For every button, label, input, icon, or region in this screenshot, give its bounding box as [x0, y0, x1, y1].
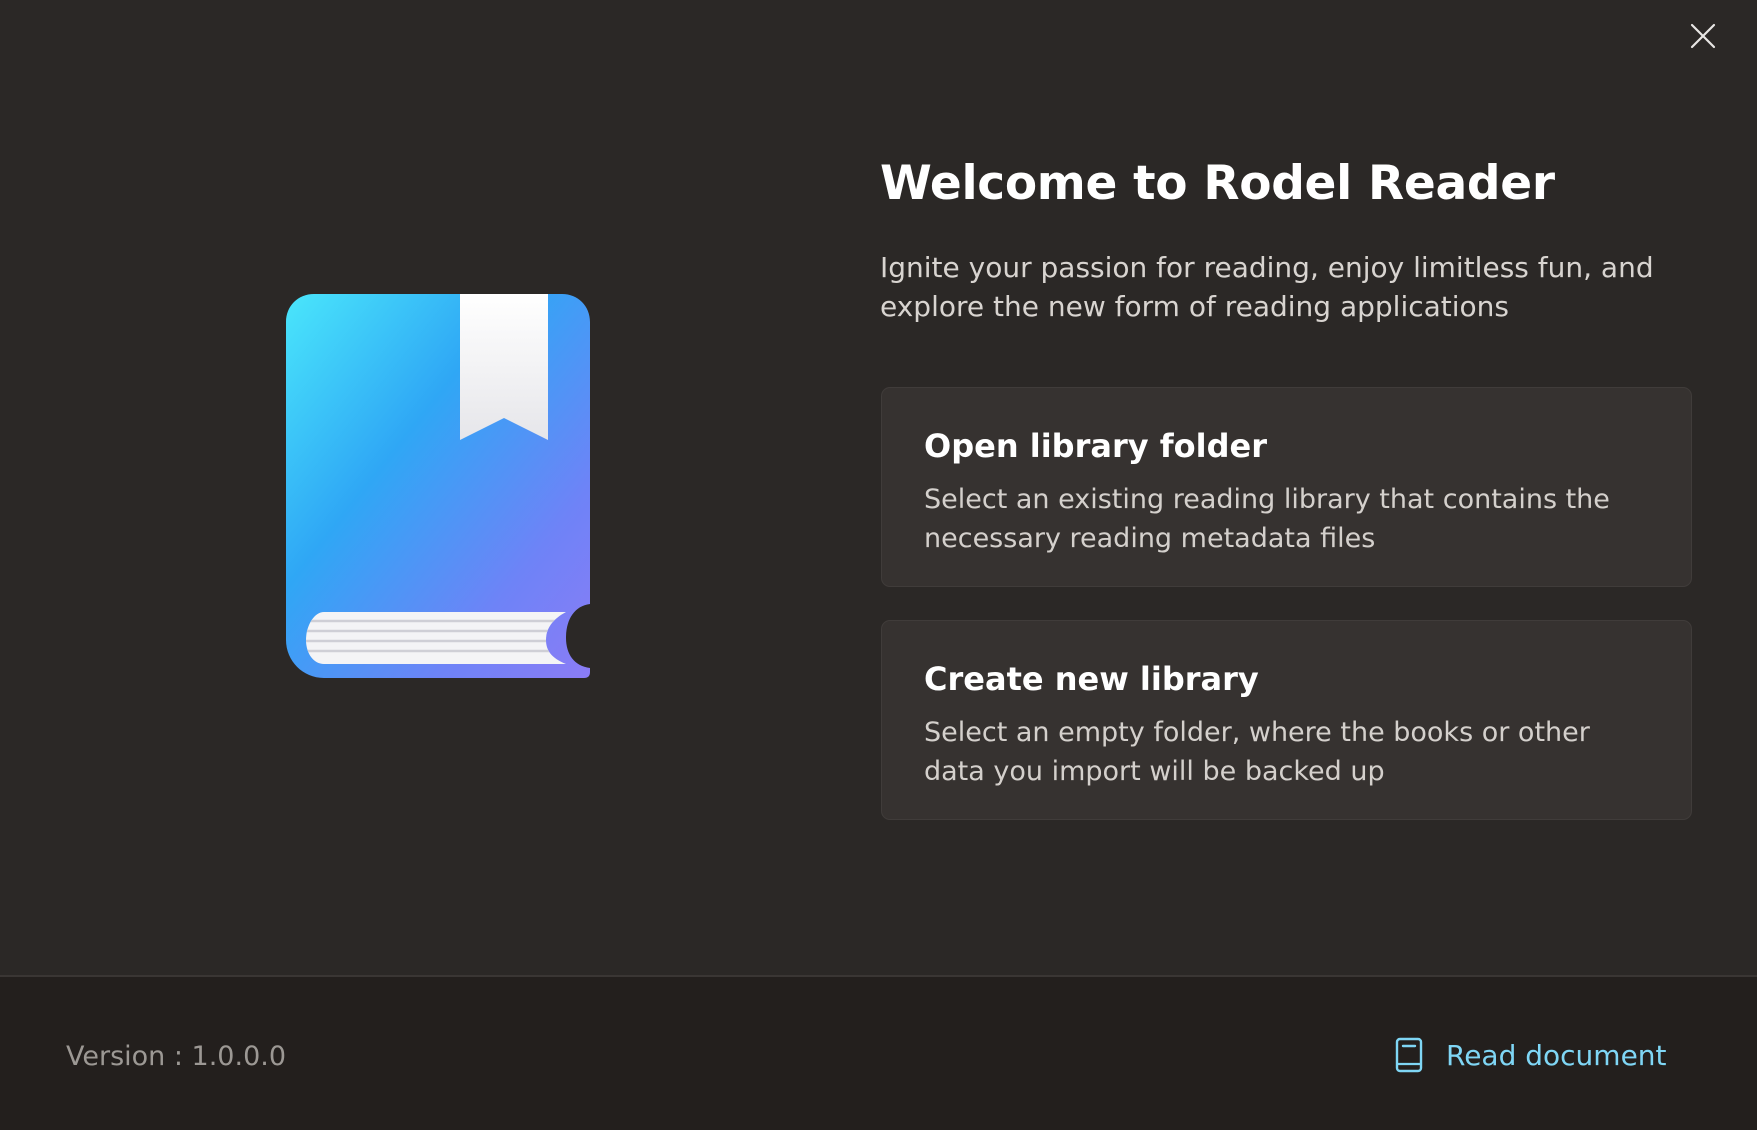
footer-bar: Version : 1.0.0.0 Read document	[0, 975, 1757, 1130]
open-library-folder-title: Open library folder	[924, 427, 1267, 465]
close-button[interactable]	[1683, 16, 1723, 56]
book-icon	[1395, 1037, 1423, 1073]
create-new-library-card[interactable]: Create new library Select an empty folde…	[881, 620, 1692, 820]
version-label: Version : 1.0.0.0	[66, 1041, 287, 1072]
open-library-folder-card[interactable]: Open library folder Select an existing r…	[881, 387, 1692, 587]
page-subtitle: Ignite your passion for reading, enjoy l…	[880, 251, 1654, 323]
book-with-bookmark-icon	[286, 294, 590, 678]
page-title: Welcome to Rodel Reader	[880, 156, 1555, 211]
read-document-link[interactable]: Read document	[1394, 1035, 1667, 1075]
close-icon	[1690, 23, 1716, 49]
welcome-window: Welcome to Rodel Reader Ignite your pass…	[0, 0, 1757, 1130]
open-library-folder-description: Select an existing reading library that …	[924, 484, 1610, 554]
create-new-library-description: Select an empty folder, where the books …	[924, 717, 1590, 787]
read-document-label: Read document	[1446, 1038, 1667, 1072]
create-new-library-title: Create new library	[924, 660, 1259, 698]
